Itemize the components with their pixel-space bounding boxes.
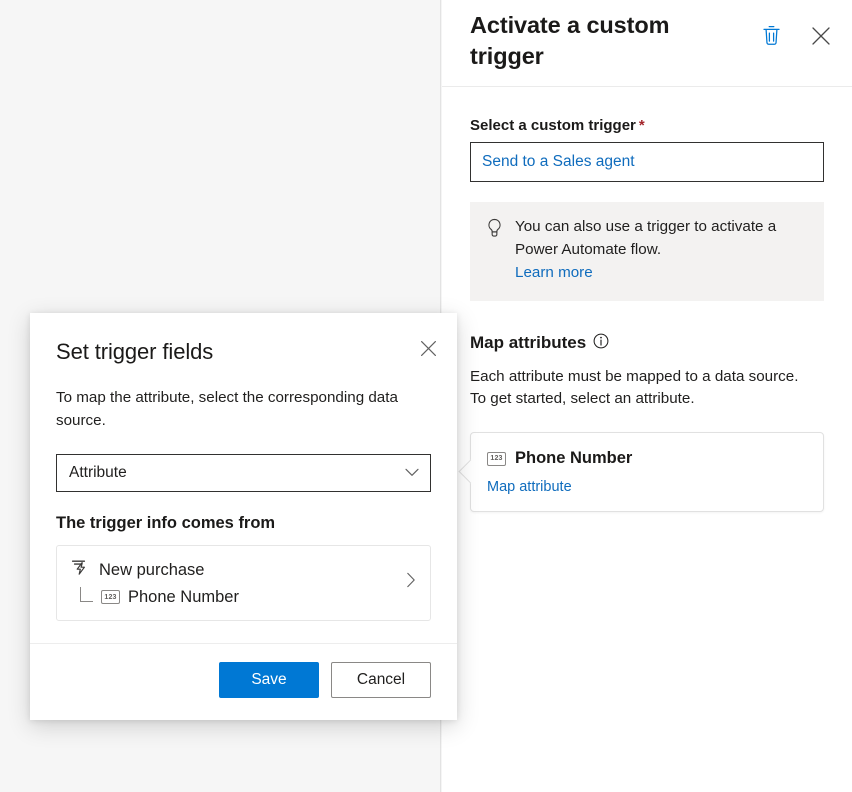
chevron-down-icon — [405, 464, 419, 482]
close-icon — [810, 25, 832, 50]
trigger-source-tree-content: New purchase 123 Phone Number — [71, 558, 239, 607]
info-icon[interactable] — [593, 333, 609, 354]
delete-button[interactable] — [756, 22, 786, 52]
app-root: Activate a custom trigger — [0, 0, 852, 792]
trigger-source-child: 123 Phone Number — [71, 587, 239, 607]
close-panel-button[interactable] — [806, 22, 836, 52]
close-icon — [419, 339, 438, 361]
trigger-info-label: The trigger info comes from — [56, 514, 431, 533]
number-123-icon: 123 — [487, 452, 506, 466]
panel-header: Activate a custom trigger — [442, 0, 852, 87]
map-attributes-heading: Map attributes — [470, 333, 824, 354]
trigger-field-label-text: Select a custom trigger — [470, 117, 636, 134]
save-button[interactable]: Save — [219, 662, 319, 698]
attribute-dropdown-value: Attribute — [69, 464, 127, 482]
custom-trigger-select-value: Send to a Sales agent — [482, 153, 635, 171]
panel-body: Select a custom trigger * Send to a Sale… — [442, 87, 852, 512]
trigger-source-root: New purchase — [71, 558, 239, 582]
flow-trigger-icon — [71, 558, 90, 582]
dialog-footer: Save Cancel — [30, 643, 457, 720]
close-dialog-button[interactable] — [413, 335, 443, 365]
tree-elbow-connector — [80, 587, 93, 602]
lightbulb-icon — [486, 216, 503, 285]
attribute-card-header: 123 Phone Number — [487, 449, 807, 468]
learn-more-link[interactable]: Learn more — [515, 262, 808, 285]
chevron-right-icon[interactable] — [406, 572, 416, 593]
dialog-description: To map the attribute, select the corresp… — [56, 387, 431, 432]
required-marker: * — [639, 117, 645, 134]
map-attributes-description: Each attribute must be mapped to a data … — [470, 366, 810, 411]
dialog-title: Set trigger fields — [56, 339, 433, 365]
trigger-source-root-label: New purchase — [99, 561, 204, 580]
trigger-source-tree[interactable]: New purchase 123 Phone Number — [56, 545, 431, 621]
panel-header-actions — [756, 22, 836, 52]
attribute-dropdown[interactable]: Attribute — [56, 454, 431, 492]
tip-message-content: You can also use a trigger to activate a… — [515, 216, 808, 285]
trigger-source-child-label: Phone Number — [128, 588, 239, 607]
page-title: Activate a custom trigger — [470, 10, 700, 72]
attribute-name: Phone Number — [515, 449, 632, 468]
set-trigger-fields-dialog: Set trigger fields To map the attribute,… — [30, 313, 457, 720]
cancel-button[interactable]: Cancel — [331, 662, 431, 698]
custom-trigger-select[interactable]: Send to a Sales agent — [470, 142, 824, 182]
map-attributes-title: Map attributes — [470, 333, 586, 353]
map-attribute-link[interactable]: Map attribute — [487, 479, 572, 495]
dialog-header: Set trigger fields — [30, 313, 457, 365]
dialog-body: To map the attribute, select the corresp… — [30, 387, 457, 643]
trigger-field-label: Select a custom trigger * — [470, 117, 824, 134]
trash-icon — [762, 25, 781, 49]
tip-message-text: You can also use a trigger to activate a… — [515, 218, 776, 258]
tip-message-box: You can also use a trigger to activate a… — [470, 202, 824, 301]
custom-trigger-side-panel: Activate a custom trigger — [442, 0, 852, 792]
attribute-card[interactable]: 123 Phone Number Map attribute — [470, 432, 824, 512]
number-123-icon: 123 — [101, 590, 120, 604]
